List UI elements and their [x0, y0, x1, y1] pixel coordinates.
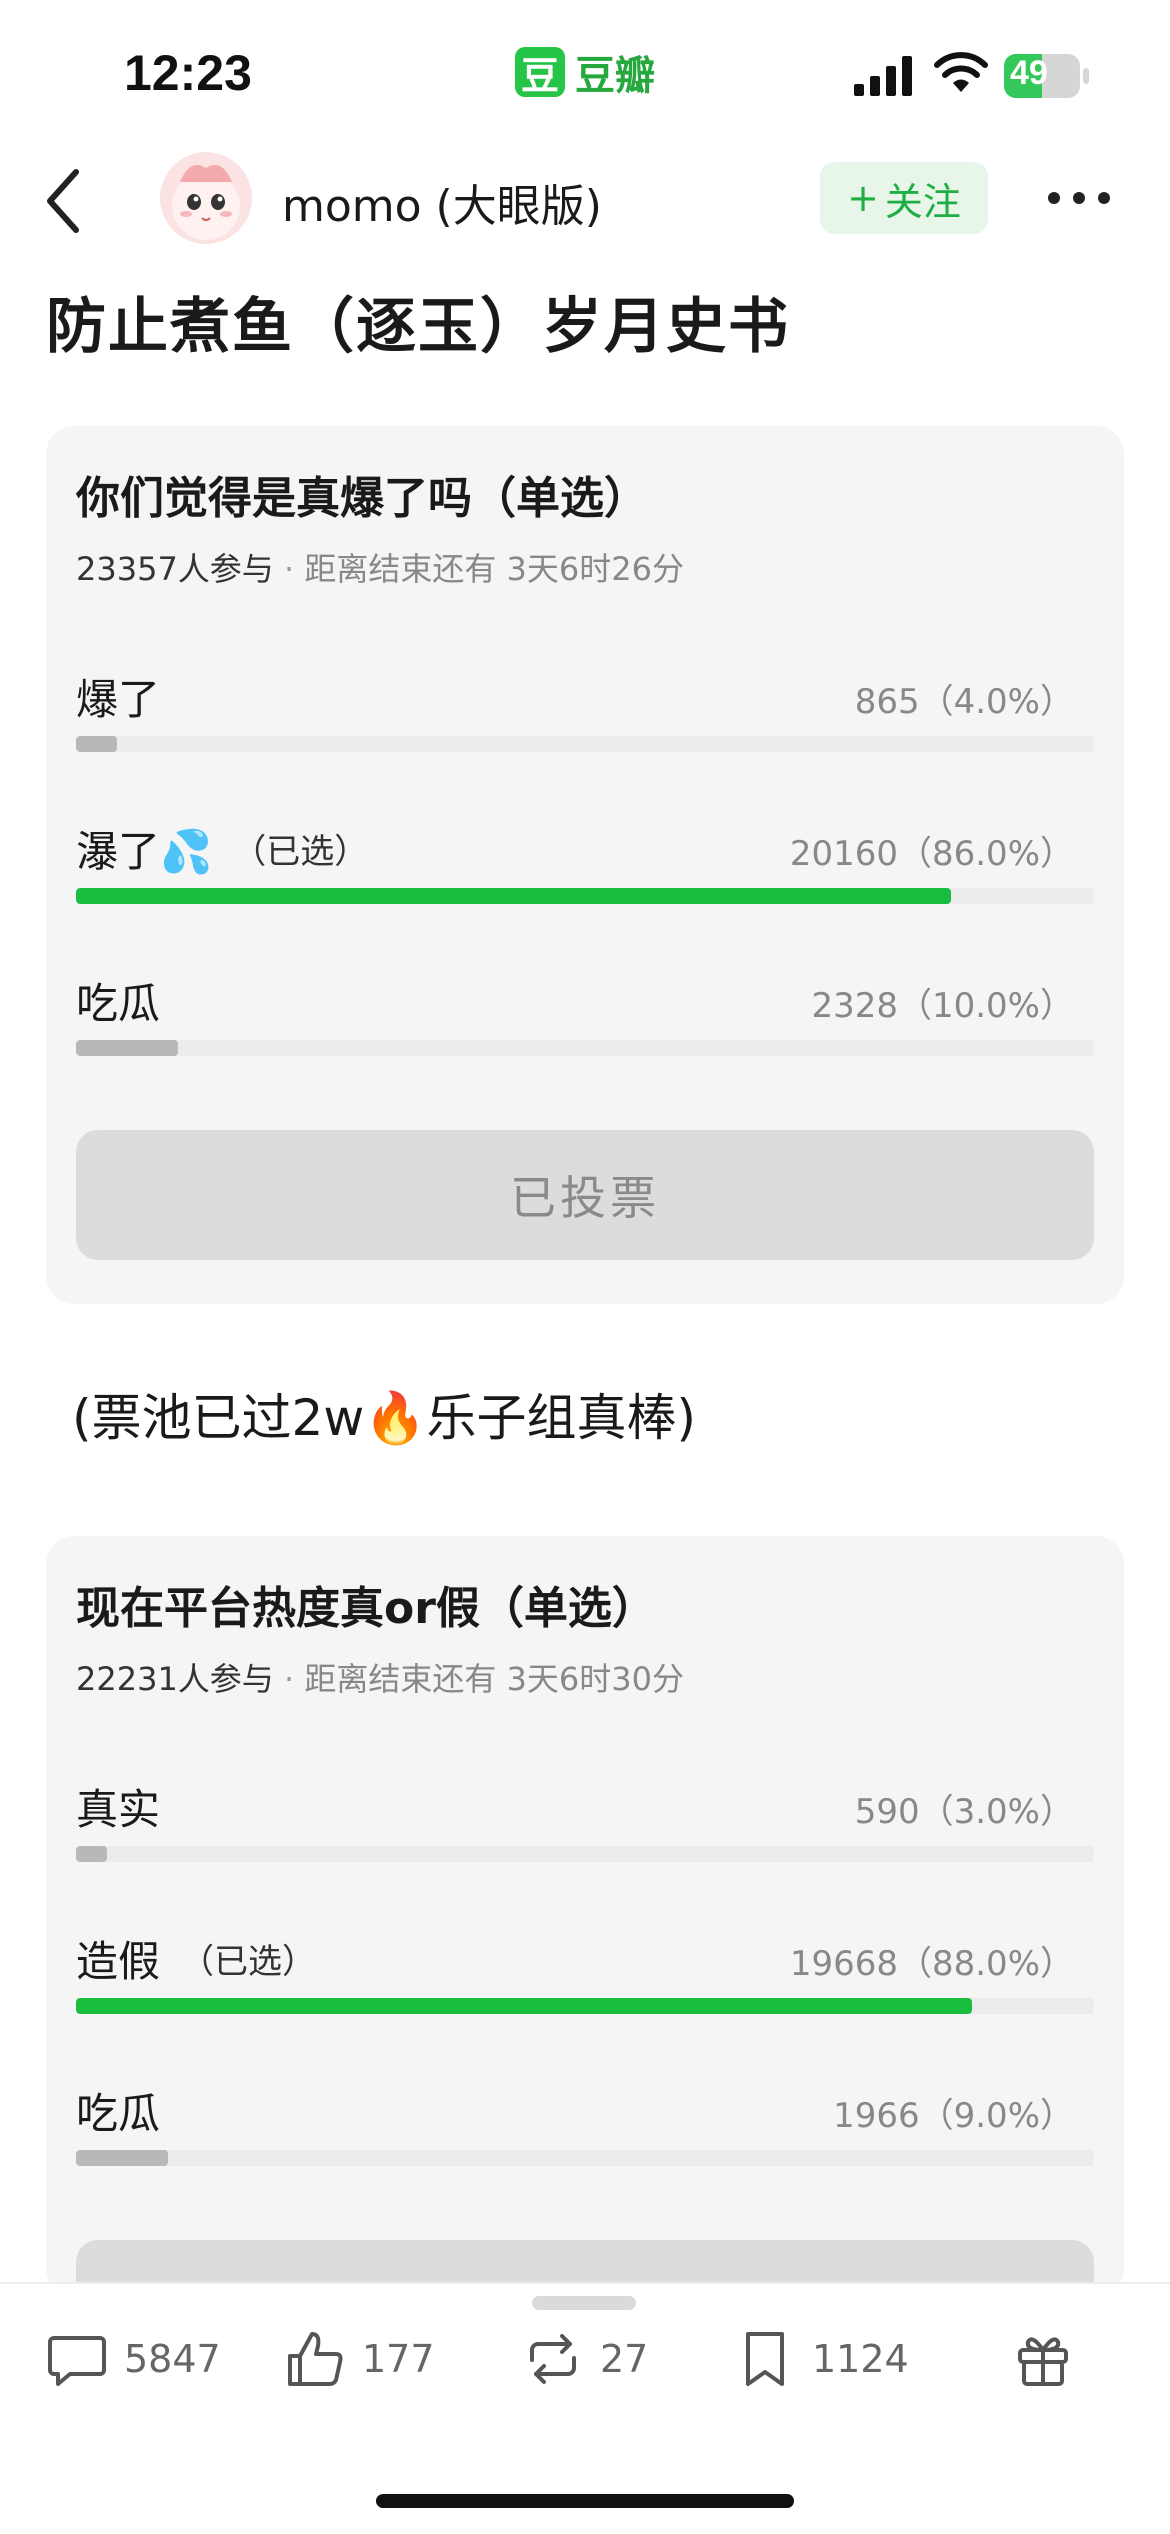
selected-tag: （已选） [232, 832, 369, 872]
like-button[interactable]: 177 [284, 2328, 435, 2390]
meta-separator: · [283, 550, 295, 588]
battery-level: 49 [1010, 54, 1048, 92]
poll-option[interactable]: 真实 590（3.0%） [76, 1776, 1094, 1926]
status-bar: 12:23 豆 豆瓣 49 [0, 0, 1170, 140]
poll-option[interactable]: 造假 （已选） 19668（88.0%） [76, 1928, 1094, 2078]
option-count: 590（3.0%） [854, 1792, 1074, 1832]
option-bar-fill [76, 1998, 972, 2014]
signal-icon [854, 56, 912, 96]
status-time: 12:23 [124, 45, 252, 101]
gift-button[interactable] [1012, 2328, 1074, 2390]
option-bar-track [76, 1846, 1094, 1862]
selected-tag: （已选） [180, 1942, 317, 1982]
bottom-action-bar: 5847 177 27 1124 [0, 2282, 1170, 2534]
plus-icon: + [847, 176, 879, 220]
option-bar-track [76, 1998, 1094, 2014]
poll-question: 你们觉得是真爆了吗（单选） [76, 473, 648, 524]
poll-option[interactable]: 吃瓜 1966（9.0%） [76, 2080, 1094, 2230]
poll-participants: 23357人参与 [76, 550, 274, 588]
home-indicator[interactable] [376, 2494, 794, 2508]
like-count: 177 [362, 2337, 435, 2381]
follow-button[interactable]: + 关注 [820, 162, 988, 234]
meta-separator: · [283, 1660, 295, 1698]
comment-button[interactable]: 5847 [46, 2328, 221, 2390]
option-bar-track [76, 1040, 1094, 1056]
poll-option[interactable]: 吃瓜 2328（10.0%） [76, 970, 1094, 1120]
page-title: 防止煮鱼（逐玉）岁月史书 [46, 292, 790, 362]
option-bar-track [76, 888, 1094, 904]
avatar[interactable] [160, 152, 252, 244]
author-name[interactable]: momo (大眼版) [282, 170, 602, 234]
avatar-face-icon [172, 165, 240, 240]
poll-question: 现在平台热度真or假（单选） [76, 1583, 656, 1634]
poll-card: 你们觉得是真爆了吗（单选） 23357人参与 · 距离结束还有 3天6时26分 … [46, 426, 1124, 1304]
poll-meta: 23357人参与 · 距离结束还有 3天6时26分 [76, 544, 684, 590]
reshare-count: 27 [600, 2337, 649, 2381]
wifi-icon [934, 52, 988, 92]
option-label: 造假 （已选） [76, 1928, 316, 1989]
douban-logo-icon: 豆 [515, 47, 565, 98]
option-bar-track [76, 2150, 1094, 2166]
comment-count: 5847 [124, 2337, 221, 2381]
app-badge: 豆 豆瓣 [515, 43, 655, 101]
option-label: 爆了 [76, 675, 161, 724]
option-label: 吃瓜 [76, 2089, 161, 2138]
collect-count: 1124 [812, 2337, 909, 2381]
voted-button[interactable]: 已投票 [76, 1130, 1094, 1260]
poll-option[interactable]: 瀑了💦 （已选） 20160（86.0%） [76, 818, 1094, 968]
option-label: 吃瓜 [76, 979, 161, 1028]
poll-meta: 22231人参与 · 距离结束还有 3天6时30分 [76, 1654, 684, 1700]
bookmark-icon [746, 2332, 784, 2386]
back-icon[interactable] [40, 166, 90, 236]
option-bar-fill [76, 888, 952, 904]
option-count: 2328（10.0%） [811, 986, 1074, 1026]
option-label: 真实 [76, 1785, 161, 1834]
option-bar-fill [76, 1040, 178, 1056]
option-label: 瀑了💦 （已选） [76, 818, 368, 879]
option-count: 865（4.0%） [854, 682, 1074, 722]
thumbs-up-icon [288, 2332, 343, 2386]
option-count: 20160（86.0%） [789, 834, 1074, 874]
reshare-button[interactable]: 27 [522, 2328, 648, 2390]
poll-option[interactable]: 爆了 865（4.0%） [76, 666, 1094, 816]
gift-icon [1018, 2337, 1068, 2386]
follow-label: 关注 [884, 179, 961, 224]
app-name: 豆瓣 [575, 53, 655, 99]
sheet-grabber[interactable] [532, 2296, 636, 2310]
reshare-icon [530, 2334, 576, 2384]
option-count: 1966（9.0%） [833, 2096, 1074, 2136]
post-text: (票池已过2w🔥乐子组真棒) [72, 1389, 696, 1447]
poll-participants: 22231人参与 [76, 1660, 274, 1698]
option-bar-track [76, 736, 1094, 752]
option-bar-fill [76, 1846, 107, 1862]
poll-card: 现在平台热度真or假（单选） 22231人参与 · 距离结束还有 3天6时30分… [46, 1536, 1124, 2370]
collect-button[interactable]: 1124 [734, 2328, 909, 2390]
poll-deadline: 距离结束还有 3天6时30分 [304, 1660, 684, 1698]
more-icon[interactable] [1046, 186, 1112, 210]
top-nav: momo (大眼版) + 关注 [0, 140, 1170, 260]
option-count: 19668（88.0%） [789, 1944, 1074, 1984]
poll-deadline: 距离结束还有 3天6时26分 [304, 550, 684, 588]
option-bar-fill [76, 736, 117, 752]
option-bar-fill [76, 2150, 168, 2166]
comment-icon [48, 2336, 106, 2386]
